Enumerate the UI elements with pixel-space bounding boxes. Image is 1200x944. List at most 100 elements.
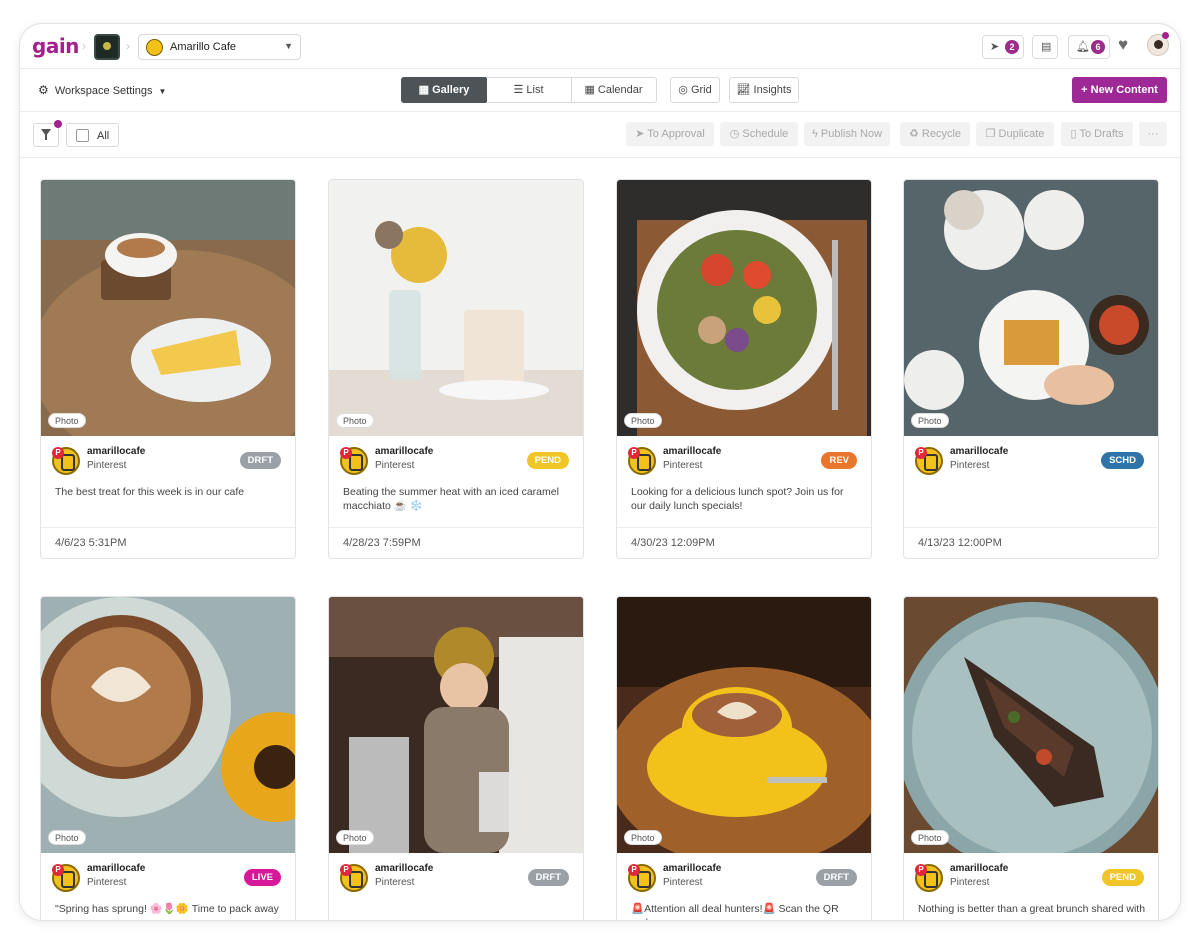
post-image[interactable]: Photo [617, 180, 871, 436]
tab-list[interactable]: ☰ List [486, 77, 572, 103]
post-image[interactable]: Photo [41, 180, 295, 436]
post-date: 4/30/23 12:09PM [631, 537, 715, 549]
duplicate-label: Duplicate [998, 128, 1045, 140]
account-name: amarillocafe [663, 446, 722, 457]
post-image[interactable]: Photo [904, 597, 1158, 853]
breadcrumb-chevron-icon: › [126, 39, 130, 53]
duplicate-button[interactable]: ❐ Duplicate [976, 122, 1054, 146]
clipboard-icon: ▤ [1041, 41, 1052, 53]
notifications-button[interactable]: 🔔︎ 6 [1068, 35, 1110, 59]
pinterest-icon: P [52, 864, 64, 876]
chevron-down-icon: ▼ [284, 41, 293, 51]
to-approval-label: To Approval [647, 128, 705, 140]
account-name: amarillocafe [950, 446, 1009, 457]
status-badge: LIVE [243, 869, 281, 886]
account-name: amarillocafe [87, 863, 146, 874]
platform-name: Pinterest [375, 877, 415, 888]
tab-calendar[interactable]: ▦ Calendar [571, 77, 657, 103]
chart-line-icon: 📈︎ [736, 84, 754, 96]
platform-name: Pinterest [663, 460, 703, 471]
post-date: 4/13/23 12:00PM [918, 537, 1002, 549]
clipboard-button[interactable]: ▤ [1032, 35, 1058, 59]
user-status-dot [1162, 32, 1169, 39]
workspace-name: Amarillo Cafe [170, 41, 237, 53]
post-type-chip: Photo [624, 413, 662, 428]
content-card[interactable]: Photo P amarillocafe Pinterest DRFT 🚨Att… [616, 596, 872, 920]
post-date: 4/6/23 5:31PM [55, 537, 127, 549]
post-image[interactable]: Photo [41, 597, 295, 853]
tab-gallery-label: Gallery [432, 84, 470, 96]
pinterest-icon: P [52, 447, 64, 459]
content-card[interactable]: Photo P amarillocafe Pinterest REV Looki… [616, 179, 872, 559]
post-type-chip: Photo [624, 830, 662, 845]
send-button[interactable]: ➤ 2 [982, 35, 1024, 59]
bell-icon: 🔔︎ [1076, 41, 1090, 53]
account-name: amarillocafe [375, 863, 434, 874]
filter-active-dot [54, 120, 62, 128]
workspace-selector[interactable]: Amarillo Cafe ▼ [138, 34, 301, 60]
to-approval-button[interactable]: ➤ To Approval [626, 122, 714, 146]
card-divider [329, 527, 583, 528]
post-image[interactable]: Photo [617, 597, 871, 853]
status-badge: PEND [1101, 869, 1144, 886]
content-card[interactable]: Photo P amarillocafe Pinterest DRFT [328, 596, 584, 920]
card-divider [617, 527, 871, 528]
content-card[interactable]: Photo P amarillocafe Pinterest PEND Beat… [328, 179, 584, 559]
post-caption: Nothing is better than a great brunch sh… [918, 903, 1146, 915]
to-drafts-button[interactable]: ▯ To Drafts [1061, 122, 1133, 146]
gain-logo[interactable]: gain [32, 34, 79, 58]
pinterest-icon: P [915, 864, 927, 876]
recycle-button[interactable]: ♻ Recycle [900, 122, 970, 146]
post-image[interactable]: Photo [904, 180, 1158, 436]
status-badge: DRFT [239, 452, 281, 469]
platform-name: Pinterest [663, 877, 703, 888]
status-badge: DRFT [815, 869, 857, 886]
funnel-icon [41, 129, 51, 140]
account-name: amarillocafe [87, 446, 146, 457]
platform-name: Pinterest [950, 460, 990, 471]
new-content-button[interactable]: + New Content [1072, 77, 1167, 103]
publish-now-button[interactable]: ϟ Publish Now [804, 122, 890, 146]
view-toolbar: ⚙ Workspace Settings ▼ ▦ Gallery ☰ List … [20, 69, 1180, 112]
tab-list-label: List [526, 84, 544, 96]
post-caption: 🚨Attention all deal hunters!🚨 Scan the Q… [631, 903, 839, 920]
workspace-settings-button[interactable]: ⚙ Workspace Settings ▼ [38, 83, 166, 97]
status-badge: SCHD [1101, 452, 1144, 469]
post-caption: The best treat for this week is in our c… [55, 486, 245, 498]
status-badge: REV [821, 452, 857, 469]
select-all-checkbox[interactable] [76, 129, 89, 142]
content-card[interactable]: Photo P amarillocafe Pinterest DRFT The … [40, 179, 296, 559]
tab-gallery[interactable]: ▦ Gallery [401, 77, 487, 103]
content-card[interactable]: Photo P amarillocafe Pinterest LIVE "Spr… [40, 596, 296, 920]
heart-icon[interactable]: ♥ [1118, 35, 1128, 55]
post-caption: "Spring has sprung! 🌸🌷🌼 Time to pack awa… [55, 903, 279, 915]
platform-name: Pinterest [950, 877, 990, 888]
card-divider [904, 527, 1158, 528]
insights-button-label: Insights [753, 84, 792, 96]
insights-button[interactable]: 📈︎ Insights [729, 77, 799, 103]
recycle-label: Recycle [921, 128, 962, 140]
pinterest-icon: P [340, 864, 352, 876]
paper-plane-icon: ➤ [990, 41, 1000, 53]
schedule-button[interactable]: ◷ Schedule [720, 122, 798, 146]
workspace-avatar [146, 39, 163, 56]
select-all-label: All [97, 130, 110, 142]
platform-name: Pinterest [375, 460, 415, 471]
post-type-chip: Photo [911, 830, 949, 845]
post-image[interactable]: Photo [329, 597, 583, 853]
copy-icon: ❐ [985, 128, 999, 140]
more-actions-button[interactable]: ··· [1139, 122, 1167, 146]
content-card[interactable]: Photo P amarillocafe Pinterest SCHD 4/13… [903, 179, 1159, 559]
breadcrumb-chevron-icon: › [82, 39, 86, 53]
content-card[interactable]: Photo P amarillocafe Pinterest PEND Noth… [903, 596, 1159, 920]
account-name: amarillocafe [663, 863, 722, 874]
post-image[interactable]: Photo [329, 180, 583, 436]
post-caption: Beating the summer heat with an iced car… [343, 486, 559, 512]
workspace-thumbnail[interactable] [94, 34, 120, 60]
notification-count-badge: 6 [1091, 40, 1105, 54]
list-icon: ☰ [513, 84, 527, 96]
pinterest-icon: P [340, 447, 352, 459]
app-window: gain › › Amarillo Cafe ▼ ➤ 2 ▤ 🔔︎ 6 ♥ ⚙ … [20, 24, 1180, 920]
grid-button[interactable]: ◎ Grid [670, 77, 720, 103]
select-all[interactable]: All [66, 123, 119, 147]
